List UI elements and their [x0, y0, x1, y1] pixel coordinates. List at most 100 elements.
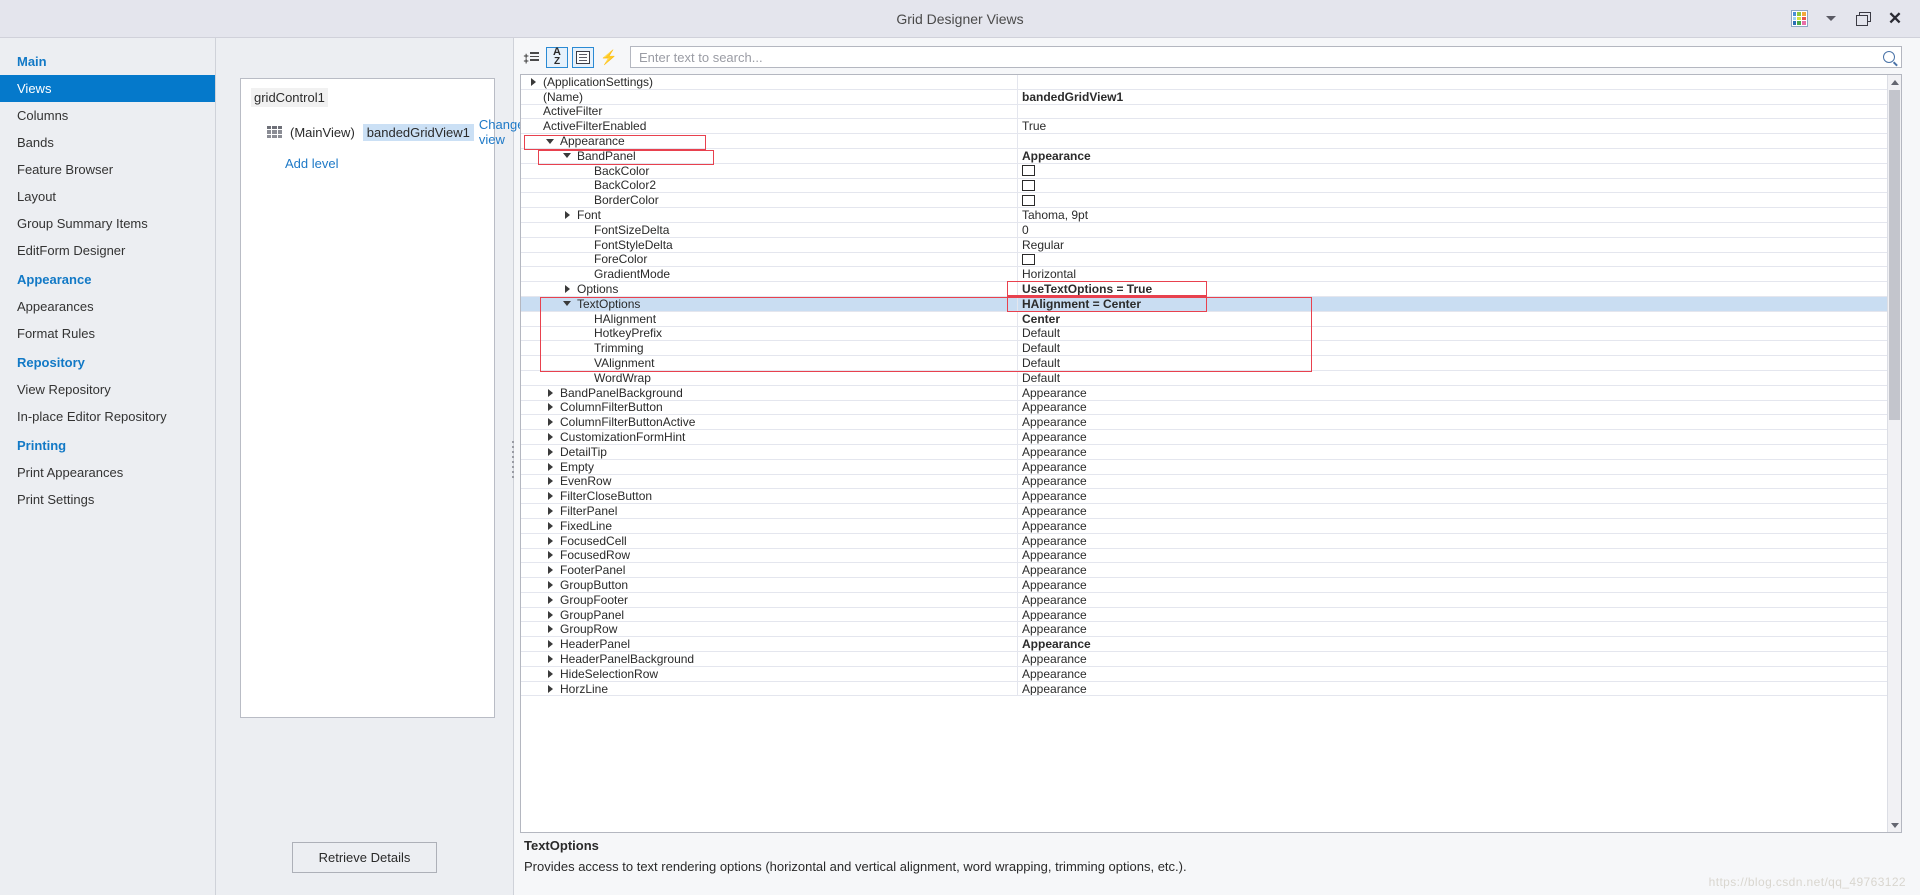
property-value-cell[interactable]: bandedGridView1: [1018, 90, 1887, 104]
property-value-cell[interactable]: [1018, 193, 1887, 207]
property-row[interactable]: FooterPanel Appearance: [521, 563, 1887, 579]
property-row[interactable]: EvenRow Appearance: [521, 474, 1887, 490]
expand-triangle-icon[interactable]: [561, 211, 573, 220]
property-row[interactable]: GroupPanel Appearance: [521, 607, 1887, 623]
expand-triangle-icon[interactable]: [561, 285, 573, 294]
alphabetical-sort-button[interactable]: AZ: [546, 46, 568, 68]
property-row[interactable]: BorderColor: [521, 193, 1887, 209]
property-value-cell[interactable]: Appearance: [1018, 608, 1887, 622]
close-button[interactable]: ✕: [1880, 6, 1910, 32]
property-row[interactable]: Options UseTextOptions = True: [521, 282, 1887, 297]
color-swatch[interactable]: [1022, 179, 1035, 191]
property-value-cell[interactable]: Appearance: [1018, 622, 1887, 636]
expand-triangle-icon[interactable]: [544, 388, 556, 397]
property-value-cell[interactable]: [1018, 134, 1887, 148]
property-value-cell[interactable]: Default: [1018, 327, 1887, 341]
property-row[interactable]: HeaderPanel Appearance: [521, 637, 1887, 653]
search-input[interactable]: [637, 48, 1883, 66]
property-value-cell[interactable]: Appearance: [1018, 593, 1887, 607]
sidebar-item-in-place-editor-repository[interactable]: In-place Editor Repository: [0, 403, 215, 430]
property-value-cell[interactable]: Appearance: [1018, 489, 1887, 503]
property-value-cell[interactable]: Appearance: [1018, 563, 1887, 577]
property-value-cell[interactable]: Appearance: [1018, 667, 1887, 681]
property-value-cell[interactable]: Appearance: [1018, 401, 1887, 415]
property-grid-scrollbar[interactable]: [1887, 75, 1901, 832]
property-value-cell[interactable]: UseTextOptions = True: [1018, 282, 1887, 296]
property-row[interactable]: Appearance: [521, 134, 1887, 149]
property-value-cell[interactable]: Default: [1018, 371, 1887, 385]
properties-view-button[interactable]: [572, 46, 594, 68]
property-search-box[interactable]: [630, 46, 1902, 68]
expand-triangle-icon[interactable]: [544, 418, 556, 427]
expand-triangle-icon[interactable]: [544, 536, 556, 545]
expand-triangle-icon[interactable]: [544, 551, 556, 560]
property-row[interactable]: FontStyleDelta Regular: [521, 237, 1887, 253]
expand-triangle-icon[interactable]: [544, 462, 556, 471]
expand-triangle-icon[interactable]: [544, 477, 556, 486]
property-value-cell[interactable]: Appearance: [1018, 549, 1887, 563]
expand-triangle-icon[interactable]: [544, 654, 556, 663]
sidebar-item-layout[interactable]: Layout: [0, 183, 215, 210]
change-view-link[interactable]: Change view: [479, 117, 525, 147]
expand-triangle-icon[interactable]: [544, 507, 556, 515]
color-swatch[interactable]: [1022, 165, 1035, 177]
property-value-cell[interactable]: Appearance: [1018, 504, 1887, 518]
titlebar-dropdown-button[interactable]: [1816, 6, 1846, 32]
property-row[interactable]: BandPanel Appearance: [521, 148, 1887, 164]
property-row[interactable]: FocusedRow Appearance: [521, 548, 1887, 564]
view-level-row[interactable]: (MainView) bandedGridView1 Change view: [251, 117, 524, 147]
property-row[interactable]: HAlignment Center: [521, 311, 1887, 327]
scroll-up-button[interactable]: [1888, 75, 1901, 89]
property-row[interactable]: GradientMode Horizontal: [521, 267, 1887, 283]
property-value-cell[interactable]: Appearance: [1018, 149, 1887, 163]
view-selected-name[interactable]: bandedGridView1: [362, 123, 474, 141]
expand-triangle-icon[interactable]: [544, 610, 556, 619]
property-row[interactable]: WordWrap Default: [521, 370, 1887, 386]
property-value-cell[interactable]: [1018, 105, 1887, 119]
sidebar-item-editform-designer[interactable]: EditForm Designer: [0, 237, 215, 264]
panel-splitter-handle[interactable]: [509, 440, 517, 478]
property-value-cell[interactable]: Appearance: [1018, 578, 1887, 592]
property-row[interactable]: ActiveFilter: [521, 104, 1887, 120]
property-row[interactable]: BackColor2: [521, 178, 1887, 194]
scroll-down-button[interactable]: [1888, 818, 1901, 832]
property-row[interactable]: Font Tahoma, 9pt: [521, 208, 1887, 223]
color-swatch[interactable]: [1022, 253, 1035, 265]
expand-triangle-icon[interactable]: [544, 433, 556, 442]
expand-triangle-icon[interactable]: [544, 521, 556, 530]
sidebar-item-appearances[interactable]: Appearances: [0, 293, 215, 320]
scrollbar-thumb[interactable]: [1889, 90, 1900, 420]
expand-triangle-icon[interactable]: [527, 77, 539, 86]
property-row[interactable]: GroupButton Appearance: [521, 578, 1887, 593]
property-value-cell[interactable]: Appearance: [1018, 445, 1887, 459]
property-value-cell[interactable]: Appearance: [1018, 682, 1887, 696]
collapse-triangle-icon[interactable]: [544, 138, 556, 144]
property-value-cell[interactable]: Appearance: [1018, 637, 1887, 651]
property-row[interactable]: DetailTip Appearance: [521, 444, 1887, 460]
property-row[interactable]: ColumnFilterButtonActive Appearance: [521, 415, 1887, 431]
sidebar-item-format-rules[interactable]: Format Rules: [0, 320, 215, 347]
property-row[interactable]: HideSelectionRow Appearance: [521, 666, 1887, 682]
expand-triangle-icon[interactable]: [544, 595, 556, 604]
property-value-cell[interactable]: Appearance: [1018, 430, 1887, 444]
expand-triangle-icon[interactable]: [544, 566, 556, 575]
property-row[interactable]: TextOptions HAlignment = Center: [521, 296, 1887, 312]
expand-triangle-icon[interactable]: [544, 580, 556, 589]
property-row[interactable]: (ApplicationSettings): [521, 75, 1887, 90]
property-value-cell[interactable]: True: [1018, 119, 1887, 133]
property-value-cell[interactable]: Default: [1018, 341, 1887, 355]
property-value-cell[interactable]: 0: [1018, 223, 1887, 237]
search-icon[interactable]: [1883, 51, 1895, 63]
expand-triangle-icon[interactable]: [544, 684, 556, 693]
property-row[interactable]: FocusedCell Appearance: [521, 533, 1887, 549]
property-value-cell[interactable]: Regular: [1018, 238, 1887, 252]
sidebar-item-print-settings[interactable]: Print Settings: [0, 486, 215, 513]
property-row[interactable]: GroupFooter Appearance: [521, 592, 1887, 608]
add-level-link[interactable]: Add level: [285, 156, 338, 171]
property-row[interactable]: FilterPanel Appearance: [521, 504, 1887, 519]
property-row[interactable]: BackColor: [521, 163, 1887, 179]
property-row[interactable]: Trimming Default: [521, 341, 1887, 357]
property-row[interactable]: HorzLine Appearance: [521, 681, 1887, 697]
categorized-view-button[interactable]: + +: [520, 47, 542, 68]
property-value-cell[interactable]: Appearance: [1018, 460, 1887, 474]
